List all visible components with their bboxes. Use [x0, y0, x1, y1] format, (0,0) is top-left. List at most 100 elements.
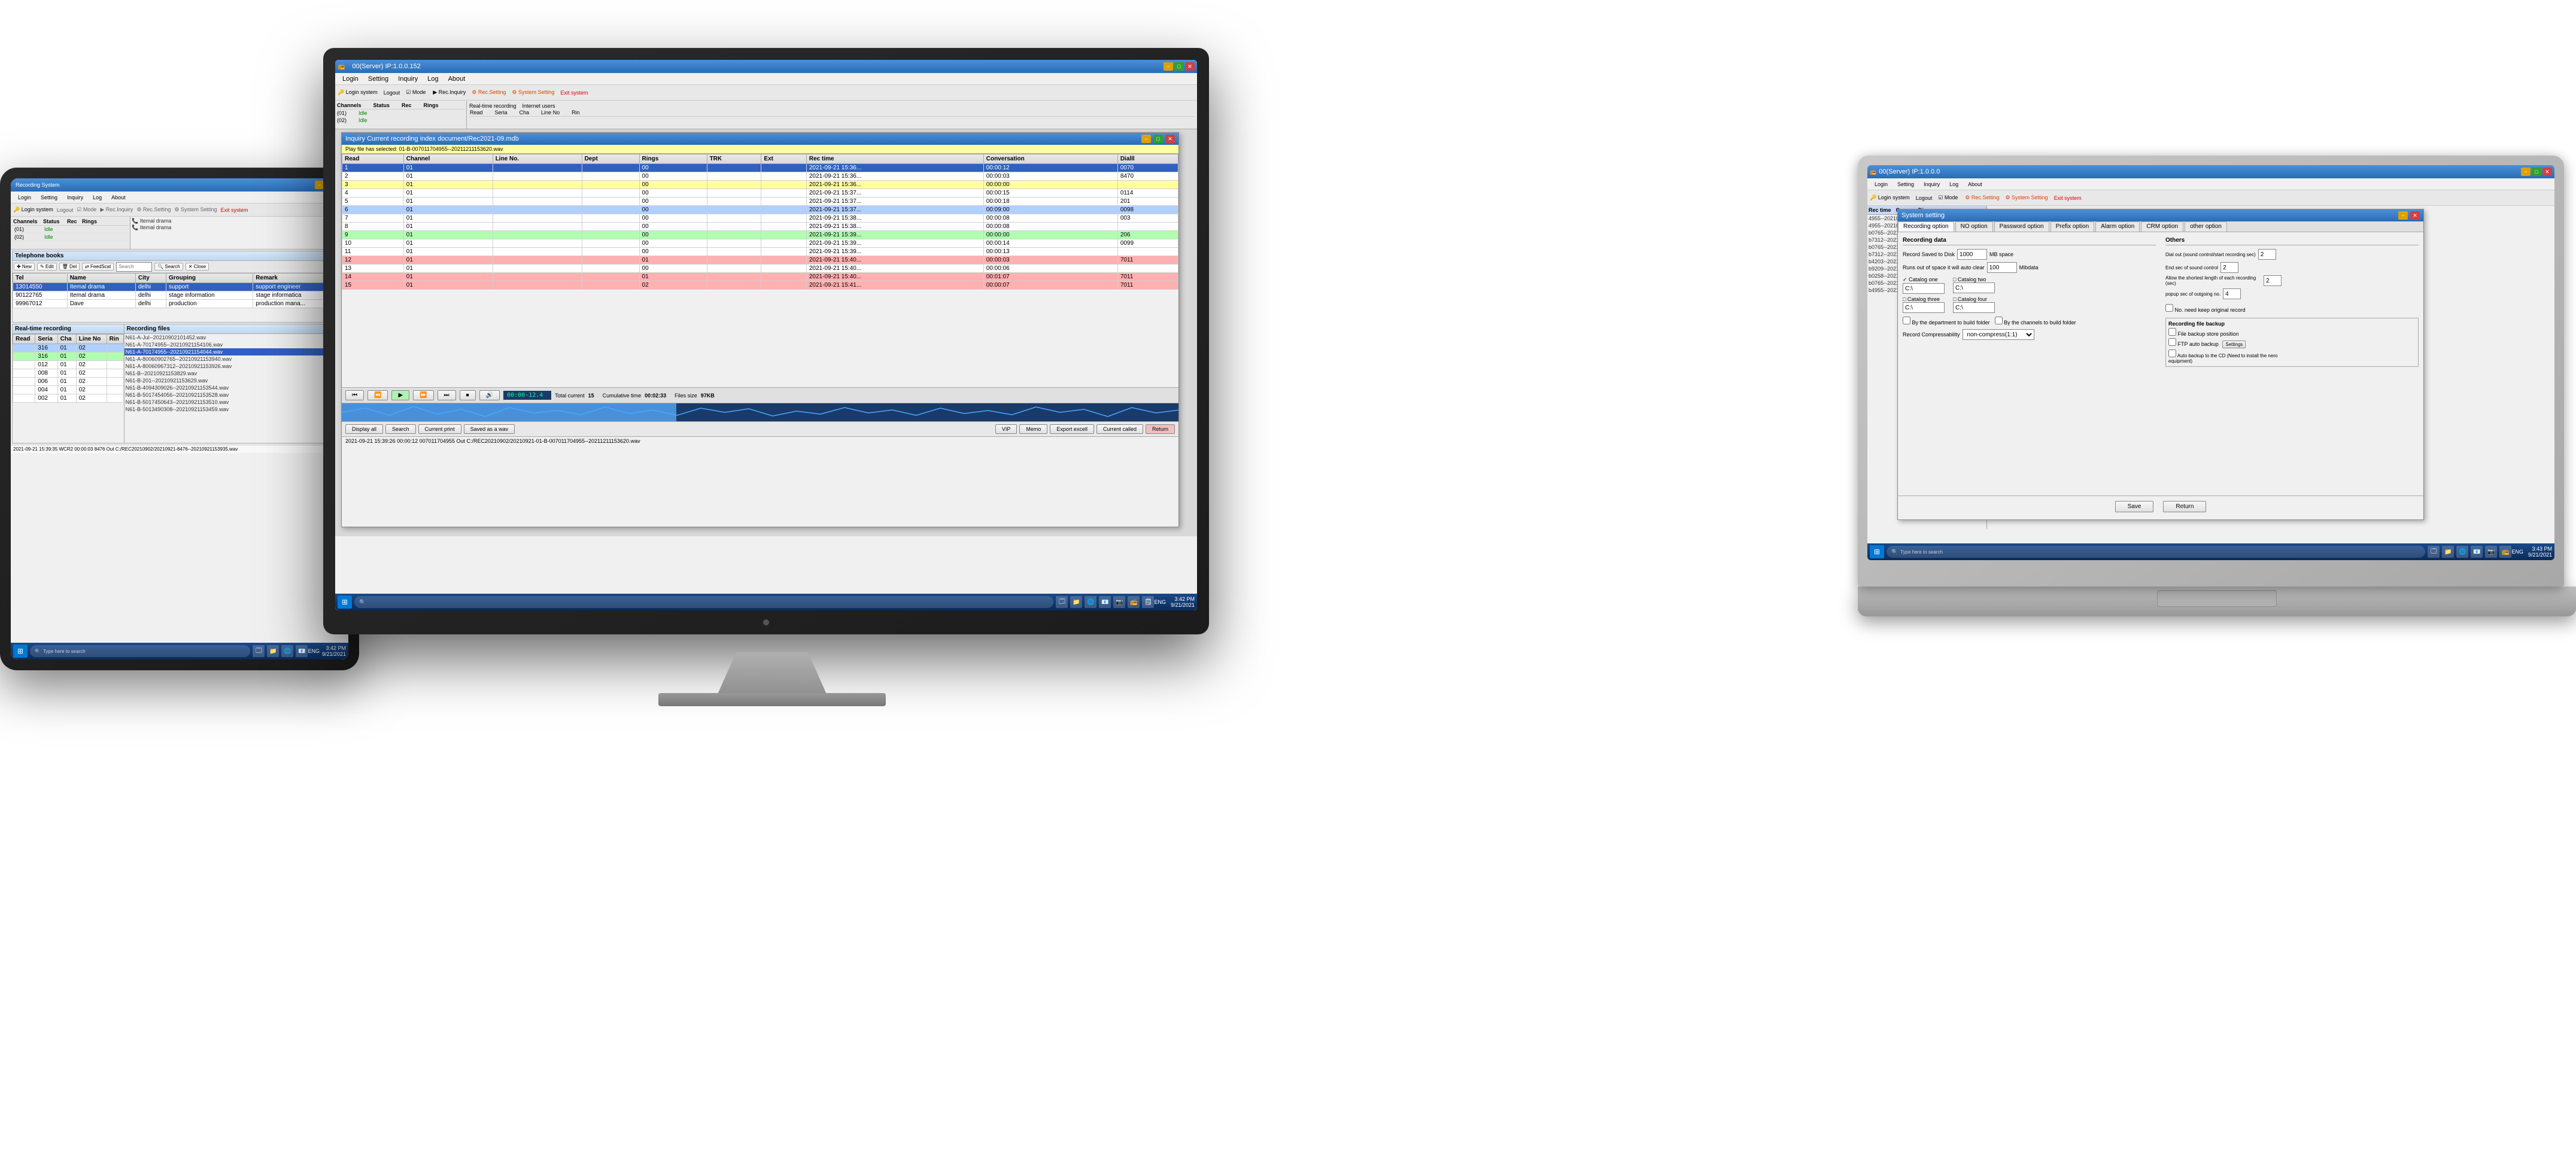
table-row[interactable]: 0120102	[13, 361, 124, 369]
compress-select[interactable]: non-compress(1:1)	[1963, 329, 2034, 340]
rec-item[interactable]: N61-B-5017454056--20210921153528.wav	[124, 391, 347, 399]
sys-save-btn[interactable]: Save	[2115, 501, 2154, 512]
menu-log[interactable]: Log	[88, 193, 107, 202]
start-button[interactable]: ⊞	[13, 645, 28, 658]
laptop-taskbar-search[interactable]: 🔍 Type here to search	[1887, 546, 2425, 558]
rec-item[interactable]: N61-B-201--20210921153629.wav	[124, 377, 347, 384]
search-input[interactable]	[116, 262, 152, 272]
rec-item[interactable]: N61-A-70174955--20210921154106.wav	[124, 341, 347, 348]
table-row[interactable]: 20100 2021-09-21 15:36...00:00:038470	[342, 172, 1178, 181]
saved-wav-btn[interactable]: Saved as a wav	[464, 424, 515, 434]
channel-row-1[interactable]: (01) Idle	[12, 226, 129, 233]
dialog-min[interactable]: −	[1141, 135, 1151, 143]
memo-btn[interactable]: Memo	[1019, 424, 1047, 434]
close-btn[interactable]: ✕ Close	[186, 263, 209, 271]
rec-item-selected[interactable]: N61-A-70174955--20210921154044.wav	[124, 348, 347, 355]
table-row[interactable]: 0040102	[13, 386, 124, 394]
catalog1-input[interactable]	[1903, 283, 1945, 294]
monitor-close-btn[interactable]: ✕	[1185, 62, 1195, 71]
dial-out-input[interactable]	[2258, 249, 2276, 260]
monitor-menu-login[interactable]: Login	[338, 74, 363, 84]
laptop-menu-setting[interactable]: Setting	[1892, 180, 1919, 189]
build-ch-label[interactable]: By the channels to build folder	[1995, 317, 2076, 326]
table-row[interactable]: 0020102	[13, 394, 124, 403]
taskbar-search[interactable]: 🔍 Type here to search	[30, 645, 250, 657]
laptop-menu-login[interactable]: Login	[1870, 180, 1892, 189]
menu-inquiry[interactable]: Inquiry	[62, 193, 88, 202]
tab-recording-option[interactable]: Recording option	[1898, 221, 1954, 232]
stop-btn[interactable]: ⏹	[460, 390, 476, 400]
rec-item[interactable]: N61-B--20210921153829.wav	[124, 370, 347, 377]
build-ch-cb[interactable]	[1995, 317, 2003, 324]
monitor-ti-7[interactable]: 🗒	[1142, 596, 1154, 608]
table-row[interactable]: 150102 2021-09-21 15:41...00:00:077011	[342, 281, 1178, 290]
laptop-trackpad[interactable]	[2157, 590, 2277, 607]
monitor-ti-2[interactable]: 📁	[1070, 596, 1082, 608]
popup-input[interactable]	[2223, 288, 2241, 299]
fwd-btn[interactable]: ⏩	[413, 390, 433, 400]
monitor-min-btn[interactable]: −	[1164, 62, 1173, 71]
ftp-settings-btn[interactable]: Settings	[2222, 341, 2246, 348]
laptop-menu-inquiry[interactable]: Inquiry	[1919, 180, 1945, 189]
export-btn[interactable]: Export excell	[1050, 424, 1094, 434]
table-row[interactable]: 90122765 Itemal drama delhi stage inform…	[13, 291, 347, 300]
taskbar-icon-4[interactable]: 📧	[296, 645, 308, 657]
waveform-display[interactable]	[342, 403, 1178, 421]
menu-login[interactable]: Login	[13, 193, 36, 202]
ch1-monitor[interactable]: (01) Idle	[336, 110, 465, 117]
monitor-menu-log[interactable]: Log	[423, 74, 443, 84]
dialog-close[interactable]: ✕	[1165, 135, 1175, 143]
table-row[interactable]: 60100 2021-09-21 15:37...00:09:000098	[342, 206, 1178, 214]
end-sec-input[interactable]	[2220, 262, 2238, 273]
shortest-input[interactable]	[2264, 275, 2282, 286]
feedscat-btn[interactable]: ⇄ FeedScat	[82, 263, 114, 271]
sys-dialog-min[interactable]: −	[2398, 211, 2408, 220]
table-row[interactable]: 99967012 Dave delhi production productio…	[13, 300, 347, 308]
auto-backup-cb[interactable]	[2168, 350, 2176, 357]
monitor-start-btn[interactable]: ⊞	[338, 595, 352, 609]
table-row[interactable]: 0060102	[13, 378, 124, 386]
rec-item[interactable]: N61-A-80060967312--20210921153926.wav	[124, 363, 347, 370]
laptop-ti-3[interactable]: 🌐	[2456, 546, 2468, 558]
menu-about[interactable]: About	[107, 193, 130, 202]
table-row[interactable]: 70100 2021-09-21 15:38...00:00:08003	[342, 214, 1178, 223]
table-row[interactable]: 3160102	[13, 344, 124, 352]
build-dept-label[interactable]: By the department to build folder	[1903, 317, 1990, 326]
tab-no-option[interactable]: NO option	[1955, 221, 1993, 232]
monitor-max-btn[interactable]: □	[1174, 62, 1184, 71]
table-row[interactable]: 130100 2021-09-21 15:40...00:00:06	[342, 265, 1178, 273]
table-row[interactable]: 13014550 Itemal drama delhi support supp…	[13, 283, 347, 291]
ftp-cb[interactable]	[2168, 338, 2176, 346]
runs-out-input[interactable]	[1987, 262, 2017, 273]
tab-crm[interactable]: CRM option	[2141, 221, 2183, 232]
rew-btn[interactable]: ⏪	[367, 390, 388, 400]
sys-return-btn[interactable]: Return	[2163, 501, 2206, 512]
new-btn[interactable]: ✚ New	[14, 263, 35, 271]
file-store-label[interactable]: File backup store position	[2168, 331, 2239, 337]
vip-btn[interactable]: VIP	[995, 424, 1017, 434]
laptop-ti-1[interactable]: 🗔	[2428, 546, 2440, 558]
record-saved-input[interactable]	[1957, 249, 1987, 260]
catalog3-input[interactable]	[1903, 302, 1945, 313]
table-row[interactable]: 30100 2021-09-21 15:36...00:00:00	[342, 181, 1178, 189]
table-row[interactable]: 90100 2021-09-21 15:39...00:00:00206	[342, 231, 1178, 239]
laptop-ti-5[interactable]: 📷	[2485, 546, 2497, 558]
no-need-cb[interactable]	[2165, 304, 2173, 312]
search-btn[interactable]: 🔍 Search	[154, 263, 183, 271]
table-row[interactable]: 3160102	[13, 352, 124, 361]
monitor-ti-1[interactable]: 🗔	[1056, 596, 1068, 608]
auto-backup-label[interactable]: Auto backup to the CD (Need to install t…	[2168, 353, 2277, 364]
return-btn[interactable]: Return	[1146, 424, 1175, 434]
dialog-max[interactable]: □	[1153, 135, 1163, 143]
laptop-close-btn[interactable]: ✕	[2542, 168, 2552, 176]
monitor-menu-inquiry[interactable]: Inquiry	[393, 74, 423, 84]
taskbar-icon-2[interactable]: 📁	[267, 645, 279, 657]
rec-item[interactable]: N61-B-4094309026--20210921153544.wav	[124, 384, 347, 391]
ch2-monitor[interactable]: (02) Idle	[336, 117, 465, 124]
monitor-menu-about[interactable]: About	[443, 74, 470, 84]
tab-password[interactable]: Password option	[1994, 221, 2049, 232]
no-need-label[interactable]: No. need keep original record	[2165, 307, 2246, 313]
table-row[interactable]: 80100 2021-09-21 15:38...00:00:08	[342, 223, 1178, 231]
taskbar-icon-1[interactable]: 🗔	[253, 645, 265, 657]
play-btn[interactable]: ▶	[391, 390, 409, 400]
